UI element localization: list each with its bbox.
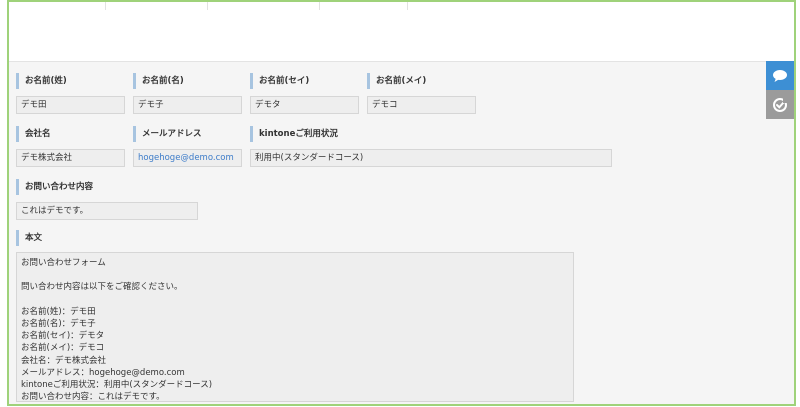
record-detail-frame: お名前(姓) デモ田 お名前(名) デモ子 お名前(セイ) デモタ お名前(メイ… xyxy=(7,0,796,406)
body-line: お名前(姓)：デモ田 xyxy=(21,306,96,317)
header-divider xyxy=(207,2,208,10)
record-header xyxy=(9,2,794,62)
body-line: お問い合わせ内容：これはデモです。 xyxy=(21,392,165,402)
body-line: kintoneご利用状況：利用中(スタンダードコース) xyxy=(21,380,213,390)
header-divider xyxy=(319,2,320,10)
header-divider xyxy=(105,2,106,10)
email-link[interactable]: hogehoge@demo.com xyxy=(133,149,242,167)
field-label: 会社名 xyxy=(16,126,124,142)
field-label: お名前(名) xyxy=(133,73,241,89)
header-divider xyxy=(407,2,408,10)
field-label: お問い合わせ内容 xyxy=(16,179,198,195)
field-value[interactable]: デモタ xyxy=(250,96,359,114)
field-email: メールアドレス hogehoge@demo.com xyxy=(133,126,242,167)
field-value[interactable]: 利用中(スタンダードコース) xyxy=(250,149,612,167)
body-line: お名前(名)：デモ子 xyxy=(21,318,96,329)
comment-icon xyxy=(773,69,787,82)
body-line: お問い合わせフォーム xyxy=(21,258,106,268)
field-label: お名前(メイ) xyxy=(367,73,475,89)
body-line xyxy=(21,294,573,306)
field-value[interactable]: デモ株式会社 xyxy=(16,149,125,167)
field-kintone-status: kintoneご利用状況 利用中(スタンダードコース) xyxy=(250,126,612,167)
field-value[interactable]: これはデモです。 xyxy=(16,202,198,220)
record-fields: お名前(姓) デモ田 お名前(名) デモ子 お名前(セイ) デモタ お名前(メイ… xyxy=(9,61,794,404)
field-body: 本文 お問い合わせフォーム 問い合わせ内容は以下をご確認ください。 お名前(姓)… xyxy=(16,230,574,402)
body-text-area[interactable]: お問い合わせフォーム 問い合わせ内容は以下をご確認ください。 お名前(姓)：デモ… xyxy=(16,252,574,402)
field-company: 会社名 デモ株式会社 xyxy=(16,126,125,167)
field-value[interactable]: デモ子 xyxy=(133,96,242,114)
body-line: お名前(メイ)：デモコ xyxy=(21,343,105,354)
field-label: お名前(姓) xyxy=(16,73,124,89)
field-label: メールアドレス xyxy=(133,126,241,142)
field-label: kintoneご利用状況 xyxy=(250,126,612,142)
field-last-name-kana: お名前(セイ) デモタ xyxy=(250,73,359,114)
field-last-name: お名前(姓) デモ田 xyxy=(16,73,125,114)
field-inquiry: お問い合わせ内容 これはデモです。 xyxy=(16,179,198,220)
history-tab-button[interactable] xyxy=(766,90,794,119)
body-line: メールアドレス：hogehoge@demo.com xyxy=(21,367,185,378)
field-value[interactable]: デモ田 xyxy=(16,96,125,114)
body-line xyxy=(21,269,573,281)
history-check-icon xyxy=(773,97,788,112)
field-first-name: お名前(名) デモ子 xyxy=(133,73,242,114)
body-line: 問い合わせ内容は以下をご確認ください。 xyxy=(21,282,183,293)
field-label: 本文 xyxy=(16,230,574,246)
field-label: お名前(セイ) xyxy=(250,73,358,89)
field-value[interactable]: デモコ xyxy=(367,96,476,114)
body-line: お名前(セイ)：デモタ xyxy=(21,331,105,342)
field-first-name-kana: お名前(メイ) デモコ xyxy=(367,73,476,114)
body-line: 会社名：デモ株式会社 xyxy=(21,355,107,366)
comment-tab-button[interactable] xyxy=(766,61,794,90)
